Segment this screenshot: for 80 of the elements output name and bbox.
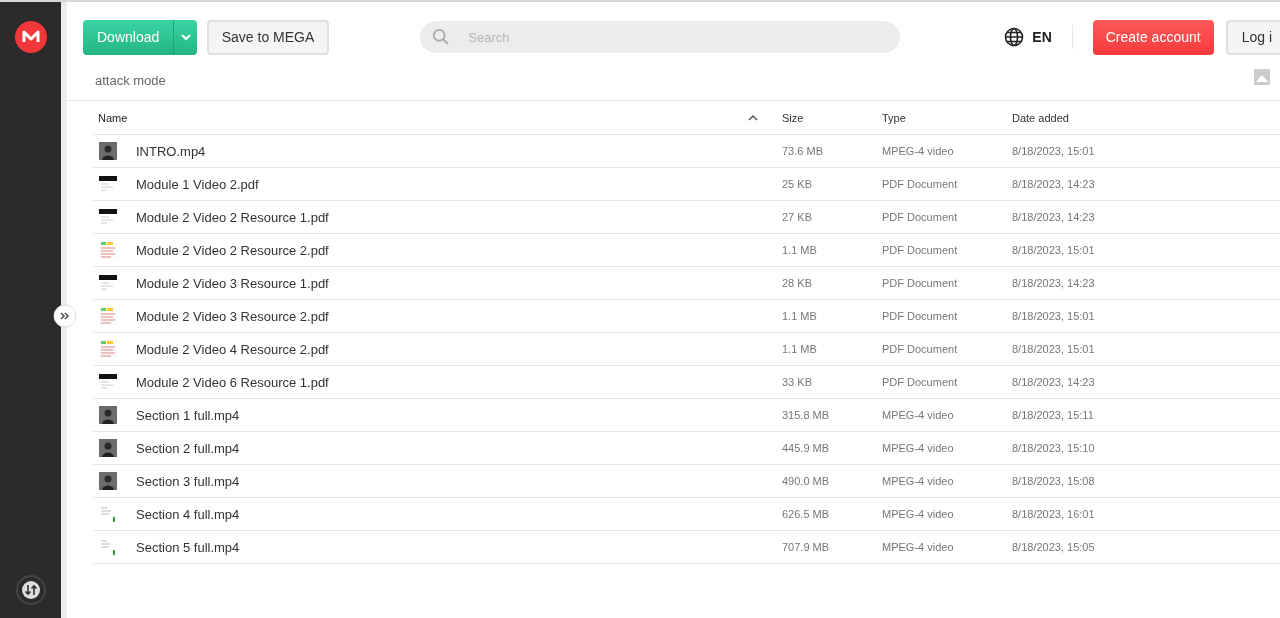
save-button[interactable]: Save to MEGA [206,19,330,55]
file-row[interactable]: Module 1 Video 2.pdf 25 KB PDF Document 8/18/2023, 14:23 [93,168,1280,201]
folder-name: attack mode [95,72,166,88]
file-row[interactable]: Module 2 Video 4 Resource 2.pdf 1.1 MB PDF Document 8/18/2023, 15:01 [93,333,1280,366]
file-type: PDF Document [882,211,958,223]
file-row[interactable]: Module 2 Video 6 Resource 1.pdf 33 KB PDF Document 8/18/2023, 14:23 [93,366,1280,399]
expand-icon[interactable] [53,304,77,328]
file-type: MPEG-4 video [882,409,954,421]
file-name: Module 1 Video 2.pdf [136,176,259,192]
file-size: 490.0 MB [782,475,830,487]
file-row[interactable]: Section 5 full.mp4 707.9 MB MPEG-4 video 8/18/2023, 15:05 [93,531,1280,564]
file-type: MPEG-4 video [882,541,954,553]
login-button[interactable]: Log i [1225,19,1280,55]
date-added: 8/18/2023, 15:08 [1012,475,1095,487]
file-type: PDF Document [882,310,958,322]
transfer-icon[interactable] [15,575,46,605]
file-type: PDF Document [882,244,958,256]
logo-icon[interactable] [14,21,47,53]
date-added: 8/18/2023, 15:01 [1012,310,1095,322]
file-size: 626.5 MB [782,508,830,520]
file-type: PDF Document [882,376,958,388]
language-button[interactable]: EN [1032,29,1052,45]
file-row[interactable]: Section 3 full.mp4 490.0 MB MPEG-4 video 8/18/2023, 15:08 [93,465,1280,498]
date-added: 8/18/2023, 15:10 [1012,442,1095,454]
file-name: Section 5 full.mp4 [136,539,240,555]
file-type: PDF Document [882,277,958,289]
file-row[interactable]: INTRO.mp4 73.6 MB MPEG-4 video 8/18/2023, 15:01 [93,135,1280,168]
file-type: MPEG-4 video [882,475,954,487]
file-size: 1.1 MB [782,244,817,256]
file-size: 315.8 MB [782,409,830,421]
file-type: MPEG-4 video [882,145,954,157]
file-size: 25 KB [782,178,812,190]
date-added: 8/18/2023, 15:05 [1012,541,1095,553]
caret-icon [180,33,193,41]
file-name: Module 2 Video 2 Resource 1.pdf [136,209,329,225]
date-added: 8/18/2023, 14:23 [1012,277,1095,289]
file-name: INTRO.mp4 [136,143,206,159]
file-name: Module 2 Video 3 Resource 2.pdf [136,308,329,324]
date-added: 8/18/2023, 14:23 [1012,376,1095,388]
file-row[interactable]: Module 2 Video 2 Resource 1.pdf 27 KB PDF Document 8/18/2023, 14:23 [93,201,1280,234]
column-header[interactable]: Name [98,111,128,124]
file-type: MPEG-4 video [882,442,954,454]
search-icon [432,28,451,46]
date-added: 8/18/2023, 14:23 [1012,178,1095,190]
column-header[interactable]: Type [882,111,906,124]
file-size: 1.1 MB [782,310,817,322]
file-name: Module 2 Video 6 Resource 1.pdf [136,374,329,390]
date-added: 8/18/2023, 15:01 [1012,145,1095,157]
column-header[interactable]: Size [782,111,804,124]
file-row[interactable]: Module 2 Video 3 Resource 2.pdf 1.1 MB PDF Document 8/18/2023, 15:01 [93,300,1280,333]
file-name: Module 2 Video 3 Resource 1.pdf [136,275,329,291]
file-row[interactable]: Section 4 full.mp4 626.5 MB MPEG-4 video 8/18/2023, 16:01 [93,498,1280,531]
file-name: Section 4 full.mp4 [136,506,240,522]
file-size: 27 KB [782,211,812,223]
file-row[interactable]: Section 1 full.mp4 315.8 MB MPEG-4 video 8/18/2023, 15:11 [93,399,1280,432]
file-name: Section 2 full.mp4 [136,440,240,456]
file-row[interactable]: Section 2 full.mp4 445.9 MB MPEG-4 video 8/18/2023, 15:10 [93,432,1280,465]
dropdown-button[interactable] [173,19,197,55]
file-row[interactable]: Module 2 Video 3 Resource 1.pdf 28 KB PDF Document 8/18/2023, 14:23 [93,267,1280,300]
globe-icon[interactable] [1004,27,1025,47]
column-header[interactable]: Date added [1012,111,1069,124]
file-size: 707.9 MB [782,541,830,553]
file-type: MPEG-4 video [882,508,954,520]
date-added: 8/18/2023, 16:01 [1012,508,1095,520]
file-size: 73.6 MB [782,145,823,157]
file-size: 445.9 MB [782,442,830,454]
file-name: Section 1 full.mp4 [136,407,240,423]
date-added: 8/18/2023, 15:01 [1012,244,1095,256]
date-added: 8/18/2023, 15:11 [1012,409,1094,421]
file-type: PDF Document [882,343,958,355]
date-added: 8/18/2023, 15:01 [1012,343,1095,355]
file-name: Section 3 full.mp4 [136,473,240,489]
file-size: 1.1 MB [782,343,817,355]
file-size: 28 KB [782,277,812,289]
file-name: Module 2 Video 4 Resource 2.pdf [136,341,329,357]
file-type: PDF Document [882,178,958,190]
file-size: 33 KB [782,376,812,388]
file-row[interactable]: Module 2 Video 2 Resource 2.pdf 1.1 MB PDF Document 8/18/2023, 15:01 [93,234,1280,267]
file-name: Module 2 Video 2 Resource 2.pdf [136,242,329,258]
date-added: 8/18/2023, 14:23 [1012,211,1095,223]
